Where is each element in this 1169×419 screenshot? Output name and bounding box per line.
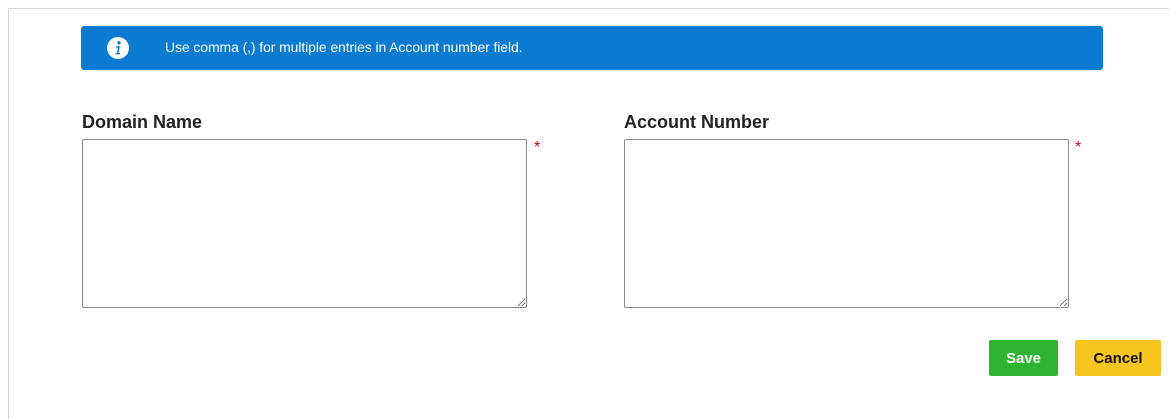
save-button[interactable]: Save [989,340,1058,376]
account-number-label: Account Number [624,112,770,132]
account-number-required-marker: * [1075,139,1082,156]
account-number-textarea[interactable] [624,139,1069,308]
info-banner-text: Use comma (,) for multiple entries in Ac… [165,39,523,55]
cancel-button[interactable]: Cancel [1075,340,1161,376]
info-icon [107,37,129,59]
domain-name-required-marker: * [534,139,541,156]
domain-name-label: Domain Name [82,112,203,132]
info-banner: Use comma (,) for multiple entries in Ac… [81,26,1103,70]
domain-name-textarea[interactable] [82,139,527,308]
